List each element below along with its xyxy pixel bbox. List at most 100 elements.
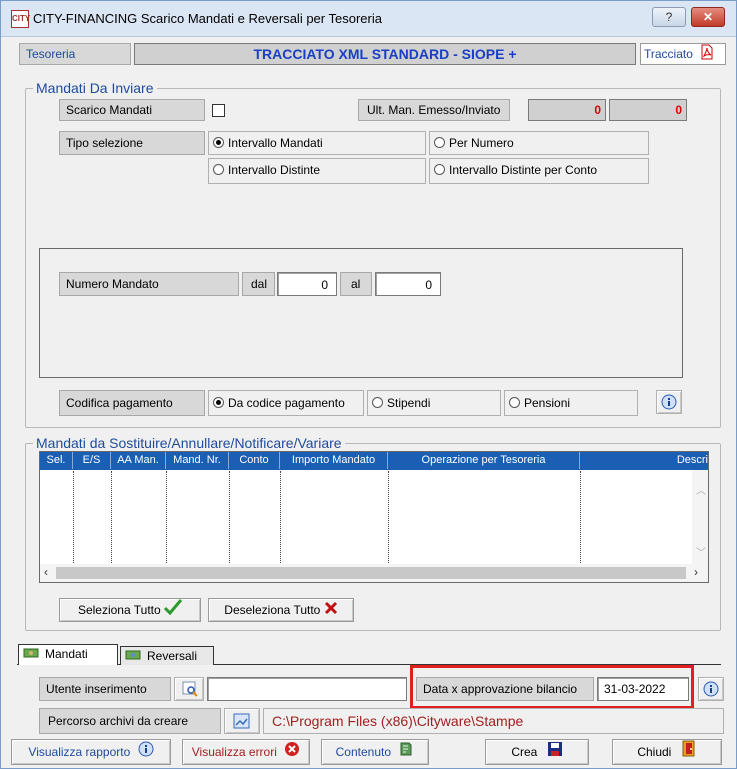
sostituire-table[interactable]: Sel. E/S AA Man. Mand. Nr. Conto Importo… <box>39 451 709 583</box>
sostituire-title: Mandati da Sostituire/Annullare/Notifica… <box>33 435 345 451</box>
crea-label: Crea <box>511 745 538 759</box>
scarico-mandati-checkbox[interactable] <box>212 104 225 117</box>
col-header-sel[interactable]: Sel. <box>40 452 73 469</box>
percorso-archivi-input[interactable]: C:\Program Files (x86)\Cityware\Stampe <box>263 708 724 734</box>
radio-pensioni[interactable]: Pensioni <box>504 390 638 416</box>
col-divider <box>388 471 389 571</box>
scroll-down-icon[interactable]: ﹀ <box>696 544 706 559</box>
radio-intervallo-mandati[interactable]: Intervallo Mandati <box>208 131 426 155</box>
radio-selected-icon <box>213 137 224 148</box>
chiudi-button[interactable]: Chiudi <box>612 739 722 765</box>
close-button[interactable]: ✕ <box>691 7 725 27</box>
col-divider <box>229 471 230 571</box>
dal-input[interactable]: 0 <box>277 272 337 296</box>
col-divider <box>280 471 281 571</box>
contenuto-button[interactable]: Contenuto <box>321 739 429 765</box>
col-divider <box>111 471 112 571</box>
window-title: CITY-FINANCING Scarico Mandati e Reversa… <box>33 11 382 26</box>
pdf-icon <box>700 44 714 66</box>
exit-door-icon <box>681 740 697 765</box>
radio-stipendi[interactable]: Stipendi <box>367 390 501 416</box>
visualizza-errori-button[interactable]: Visualizza errori <box>182 739 310 765</box>
radio-unselected-icon <box>434 137 445 148</box>
radio-unselected-icon <box>213 164 224 175</box>
percorso-browse-button[interactable] <box>224 708 260 734</box>
codifica-info-button[interactable] <box>656 390 682 414</box>
vertical-scrollbar[interactable]: ︿ ﹀ <box>692 470 708 564</box>
data-info-button[interactable] <box>698 677 724 701</box>
col-divider <box>580 471 581 571</box>
scroll-right-icon[interactable]: › <box>694 565 698 579</box>
radio-label: Stipendi <box>387 396 431 410</box>
col-header-conto[interactable]: Conto <box>229 452 280 469</box>
info-icon <box>661 394 677 413</box>
col-header-mand-nr[interactable]: Mand. Nr. <box>166 452 229 469</box>
percorso-archivi-label: Percorso archivi da creare <box>39 708 221 734</box>
seleziona-tutto-label: Seleziona Tutto <box>77 603 161 617</box>
col-header-operazione[interactable]: Operazione per Tesoreria <box>388 452 580 469</box>
book-icon <box>398 741 414 765</box>
tab-mandati-label: Mandati <box>45 647 88 661</box>
data-approvazione-label: Data x approvazione bilancio <box>416 677 594 701</box>
mandati-da-inviare-title: Mandati Da Inviare <box>33 80 157 96</box>
utente-inserimento-input[interactable] <box>207 677 407 701</box>
radio-unselected-icon <box>372 397 383 408</box>
help-button[interactable]: ? <box>652 7 686 27</box>
al-input[interactable]: 0 <box>375 272 441 296</box>
scroll-up-icon[interactable]: ︿ <box>696 482 706 497</box>
tesoreria-select[interactable]: TRACCIATO XML STANDARD - SIOPE + <box>134 43 636 65</box>
checkmark-icon <box>163 599 183 622</box>
tab-reversali[interactable]: Reversali <box>120 646 214 665</box>
save-disk-icon <box>547 741 563 765</box>
tracciato-label: Tracciato <box>644 47 693 62</box>
horizontal-scroll-thumb[interactable] <box>56 567 686 579</box>
radio-label: Intervallo Distinte <box>228 163 321 177</box>
col-divider <box>73 471 74 571</box>
radio-label: Pensioni <box>524 396 571 410</box>
visualizza-rapporto-label: Visualizza rapporto <box>28 745 131 759</box>
contenuto-label: Contenuto <box>335 745 392 759</box>
radio-selected-icon <box>213 397 224 408</box>
chiudi-label: Chiudi <box>637 745 672 759</box>
utente-lookup-button[interactable] <box>174 677 204 701</box>
radio-intervallo-distinte[interactable]: Intervallo Distinte <box>208 158 426 184</box>
tracciato-button[interactable]: Tracciato <box>640 43 726 65</box>
money-icon <box>23 645 39 664</box>
dialog-window: CITY CITY-FINANCING Scarico Mandati e Re… <box>0 0 737 769</box>
cross-icon <box>324 600 338 622</box>
visualizza-rapporto-button[interactable]: Visualizza rapporto <box>11 739 171 765</box>
ult-man-label: Ult. Man. Emesso/Inviato <box>358 99 510 121</box>
ult-man-value-2: 0 <box>609 99 687 121</box>
info-icon <box>703 681 719 700</box>
col-header-importo[interactable]: Importo Mandato <box>280 452 388 469</box>
crea-button[interactable]: Crea <box>485 739 589 765</box>
col-header-aa-man[interactable]: AA Man. <box>111 452 166 469</box>
deseleziona-tutto-button[interactable]: Deseleziona Tutto <box>208 598 354 622</box>
horizontal-scrollbar[interactable]: ‹ › <box>40 564 708 582</box>
data-approvazione-input[interactable]: 31-03-2022 <box>597 677 689 701</box>
utente-inserimento-label: Utente inserimento <box>39 677 171 701</box>
radio-per-numero[interactable]: Per Numero <box>429 131 649 155</box>
scarico-mandati-label: Scarico Mandati <box>59 99 205 121</box>
app-logo-icon: CITY <box>11 10 30 28</box>
money-icon <box>125 647 141 666</box>
numero-mandato-label: Numero Mandato <box>59 272 239 296</box>
folder-browse-icon <box>233 713 251 733</box>
radio-unselected-icon <box>509 397 520 408</box>
tesoreria-label: Tesoreria <box>19 43 131 65</box>
radio-label: Intervallo Distinte per Conto <box>449 163 598 177</box>
visualizza-errori-label: Visualizza errori <box>191 745 277 759</box>
scroll-left-icon[interactable]: ‹ <box>44 565 48 579</box>
error-icon <box>284 741 300 765</box>
tab-mandati[interactable]: Mandati <box>18 644 118 665</box>
col-header-descrizione[interactable]: Descri <box>580 452 708 469</box>
radio-unselected-icon <box>434 164 445 175</box>
deseleziona-tutto-label: Deseleziona Tutto <box>224 603 321 617</box>
radio-intervallo-distinte-conto[interactable]: Intervallo Distinte per Conto <box>429 158 649 184</box>
radio-da-codice-pagamento[interactable]: Da codice pagamento <box>208 390 364 416</box>
radio-label: Intervallo Mandati <box>228 136 323 150</box>
seleziona-tutto-button[interactable]: Seleziona Tutto <box>59 598 201 622</box>
title-bar[interactable]: CITY CITY-FINANCING Scarico Mandati e Re… <box>1 1 736 37</box>
col-header-es[interactable]: E/S <box>73 452 111 469</box>
al-label: al <box>340 272 372 296</box>
